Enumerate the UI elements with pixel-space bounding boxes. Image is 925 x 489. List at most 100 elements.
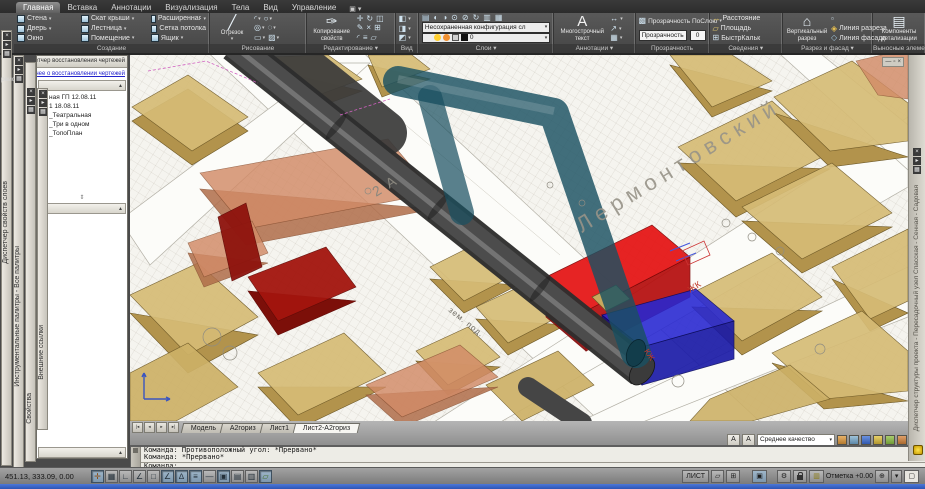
tool-hatch[interactable]: ▨▾ xyxy=(268,34,279,42)
tool-column-grid[interactable]: Расширенная сетка колонн▾ xyxy=(151,14,206,24)
cleanscreen-icon[interactable]: ▢ xyxy=(904,470,919,483)
tab-main[interactable]: Главная xyxy=(16,2,60,13)
palette-properties-icon[interactable]: ▦ xyxy=(27,106,35,114)
tool-detail-components[interactable]: ▤ Компоненты детализации xyxy=(876,14,922,43)
tool-point[interactable]: ◌▾ xyxy=(268,24,276,32)
panel-create-label[interactable]: Создание xyxy=(14,44,209,53)
tab-manage[interactable]: Управление xyxy=(285,2,343,13)
panel-layers-label[interactable]: Слои ▾ xyxy=(419,44,553,53)
sun-properties-icon[interactable] xyxy=(873,435,883,445)
tool-wall[interactable]: Стена▾ xyxy=(17,14,78,24)
transparency-bylayer[interactable]: ▩Прозрачность ПоСлою▾ xyxy=(639,16,706,26)
panel-view-label[interactable]: Вид xyxy=(396,44,418,53)
tool-roof-slab[interactable]: Скат крыши▾ xyxy=(81,14,148,24)
polar-toggle[interactable]: ∠ xyxy=(133,470,146,483)
tool-leader[interactable]: ↗▾ xyxy=(610,24,623,34)
panel-annotate-label[interactable]: Аннотации ▾ xyxy=(554,44,634,53)
tool-door[interactable]: Дверь▾ xyxy=(17,24,78,34)
lights-icon[interactable] xyxy=(885,435,895,445)
offset-icon[interactable]: ≡ xyxy=(363,34,368,42)
viewport-maximize-icon[interactable]: ▣ xyxy=(752,470,767,483)
panel-callout-label[interactable]: Выносные элементы xyxy=(873,44,925,53)
tool-window[interactable]: Окно xyxy=(17,33,78,43)
splitter-handle-icon[interactable]: ⇕ xyxy=(37,194,127,202)
recovery-file-item[interactable]: _Три в одном xyxy=(49,120,127,129)
workspace-toggle[interactable]: ▱ xyxy=(259,470,272,483)
coordinates-readout[interactable]: 451.13, 333.09, 0.00 xyxy=(0,472,91,481)
render-environment-icon[interactable] xyxy=(861,435,871,445)
recovery-file-item[interactable]: _Театральная xyxy=(49,111,127,120)
tab-visualize[interactable]: Визуализация xyxy=(158,2,224,13)
palette-bar-xref[interactable]: × ▸ ▦ Внешние ссылки xyxy=(37,88,48,430)
materials-icon[interactable] xyxy=(897,435,907,445)
tab-solids[interactable]: Тела xyxy=(225,2,257,13)
palette-properties-icon[interactable]: ▦ xyxy=(15,75,23,83)
otrack-toggle[interactable]: ∠ xyxy=(161,470,174,483)
tool-line[interactable]: ╱ Отрезок▾ xyxy=(213,14,251,43)
recovery-preview-header[interactable]: ▲ xyxy=(38,447,126,458)
recovery-file-item[interactable]: ная ГП 12.08.11 xyxy=(49,93,127,102)
annotation-monitor-toggle[interactable]: ▥ xyxy=(245,470,258,483)
ortho-toggle[interactable]: ∟ xyxy=(119,470,132,483)
scale-icon[interactable]: ▱ xyxy=(370,34,376,42)
palette-close-icon[interactable]: × xyxy=(3,32,11,40)
grid-toggle[interactable]: ▦ xyxy=(105,470,118,483)
layer-properties-icon[interactable]: ▤ xyxy=(422,14,430,22)
viewport-minimize-icon[interactable]: — xyxy=(885,58,891,66)
panel-modify-label[interactable]: Редактирование ▾ xyxy=(307,44,395,53)
tool-distance[interactable]: ↔Расстояние xyxy=(713,14,761,24)
command-window[interactable]: Команда: Противоположный угол: *Прервано… xyxy=(130,445,925,467)
palette-close-icon[interactable]: × xyxy=(27,88,35,96)
tool-dimension[interactable]: ↔▾ xyxy=(610,14,623,24)
annotation-visibility-icon[interactable]: A xyxy=(742,434,755,446)
tool-arc[interactable]: ◜▾ xyxy=(254,15,261,23)
tool-donut[interactable]: ◎▾ xyxy=(254,24,265,32)
layer-lock-icon[interactable]: ⊘ xyxy=(462,14,469,22)
viewport-restore-icon[interactable]: ▫ xyxy=(893,58,895,66)
layer-isolate-icon[interactable]: ◑ xyxy=(442,14,447,22)
next-tab-button[interactable]: ▸ xyxy=(156,422,167,433)
selectioncycling-toggle[interactable]: ▤ xyxy=(231,470,244,483)
tool-mass-box[interactable]: Ящик▾ xyxy=(151,33,206,43)
quickview-layouts-icon[interactable]: ▱ xyxy=(711,470,724,483)
tool-circle[interactable]: ○▾ xyxy=(264,15,272,23)
erase-icon[interactable]: × xyxy=(366,24,371,32)
tool-space[interactable]: Помещение▾ xyxy=(81,33,148,43)
transparency-field[interactable]: Прозрачность xyxy=(639,30,687,41)
panel-inquiry-label[interactable]: Сведения ▾ xyxy=(710,44,783,53)
palette-close-icon[interactable]: × xyxy=(913,148,921,156)
tool-quickcalc[interactable]: ⊞БыстрКальк xyxy=(713,33,761,43)
tool-stair[interactable]: Лестница▾ xyxy=(81,24,148,34)
dyn-toggle[interactable]: ≡ xyxy=(189,470,202,483)
palette-autohide-icon[interactable]: ▸ xyxy=(15,66,23,74)
last-tab-button[interactable]: ▸| xyxy=(168,422,179,433)
recovery-details-header[interactable]: ▲ xyxy=(38,203,126,214)
render-region-icon[interactable] xyxy=(849,435,859,445)
layer-walk-icon[interactable]: ▥ xyxy=(483,14,491,22)
panel-transparency-label[interactable]: Прозрачность xyxy=(636,44,709,53)
layer-freeze-icon[interactable]: ⊙ xyxy=(451,14,458,22)
status-menu-icon[interactable]: ▾ xyxy=(891,470,903,483)
recovery-file-item[interactable]: 1 18.08.11 xyxy=(49,102,127,111)
osnap-toggle[interactable]: □ xyxy=(147,470,160,483)
annotation-scale-icon[interactable]: A xyxy=(727,434,740,446)
tool-rectangle[interactable]: ▭▾ xyxy=(254,34,265,42)
quickview-drawings-icon[interactable]: ⊞ xyxy=(726,470,740,483)
view-tool-3[interactable]: ◩▾ xyxy=(399,33,411,43)
elevation-value[interactable]: +0.00 xyxy=(855,473,873,480)
layer-off-icon[interactable]: ◐ xyxy=(433,14,438,22)
first-tab-button[interactable]: |◂ xyxy=(132,422,143,433)
palette-autohide-icon[interactable]: ▸ xyxy=(39,99,47,107)
tool-area[interactable]: ▱Площадь xyxy=(713,24,761,34)
panel-section-label[interactable]: Разрез и фасад ▾ xyxy=(783,44,872,53)
array-icon[interactable]: ⊞ xyxy=(374,24,381,32)
palette-close-icon[interactable]: × xyxy=(39,90,47,98)
render-icon[interactable] xyxy=(837,435,847,445)
layout-tab-list2-a2goriz[interactable]: Лист2-А2гориз xyxy=(293,423,361,433)
view-tool-1[interactable]: ◧▾ xyxy=(399,14,411,24)
recovery-section-header[interactable]: ▲ xyxy=(38,80,126,91)
project-navigator-bar[interactable]: × ▸ ▦ Диспетчер структуры проекта - Пере… xyxy=(908,55,925,461)
recovery-info-link[interactable]: Подробнее о восстановлении чертежей xyxy=(37,68,127,79)
gear-icon[interactable]: ⚙ xyxy=(777,470,791,483)
palette-autohide-icon[interactable]: ▸ xyxy=(913,157,921,165)
